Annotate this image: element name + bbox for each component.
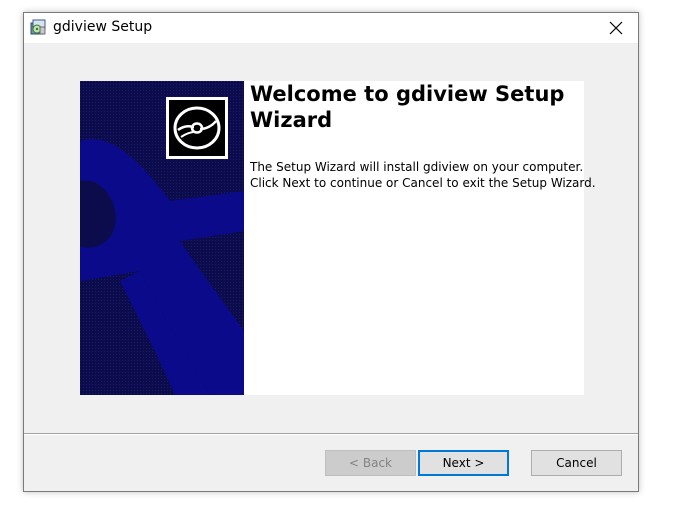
wizard-banner (80, 81, 244, 395)
window-title: gdiview Setup (53, 19, 153, 35)
button-separator (24, 433, 638, 435)
close-button[interactable] (594, 13, 638, 43)
wizard-description: The Setup Wizard will install gdiview on… (250, 160, 596, 190)
close-icon (609, 21, 623, 35)
wizard-content-panel: Welcome to gdiview Setup Wizard The Setu… (80, 81, 596, 395)
title-bar: gdiview Setup (24, 13, 638, 43)
cancel-button[interactable]: Cancel (531, 450, 622, 476)
installer-package-icon (28, 17, 48, 37)
setup-window: gdiview Setup Welcome to gdiview Setup W… (23, 12, 639, 492)
wizard-heading: Welcome to gdiview Setup Wizard (250, 82, 565, 132)
back-button[interactable]: < Back (325, 450, 416, 476)
disc-icon (166, 97, 228, 159)
next-button[interactable]: Next > (418, 450, 509, 476)
